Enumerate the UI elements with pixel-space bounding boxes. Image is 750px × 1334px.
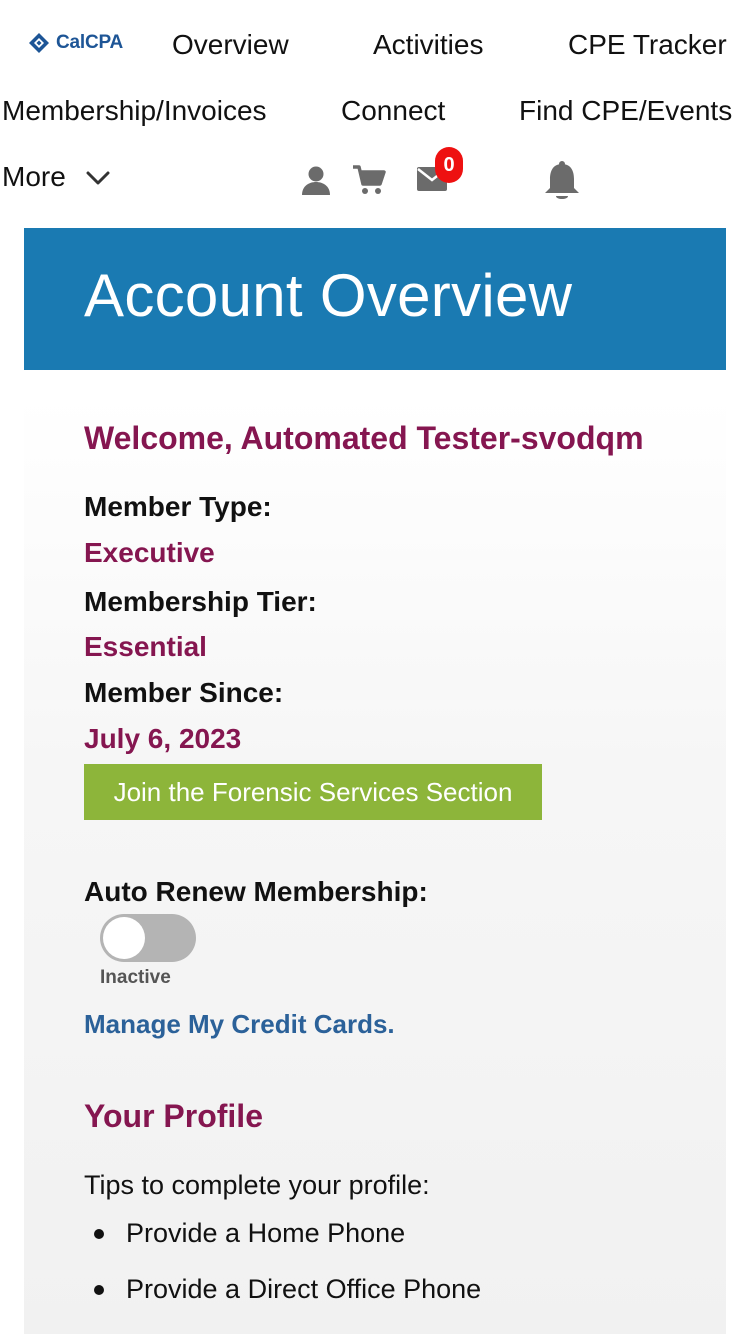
- profile-tips-intro: Tips to complete your profile:: [84, 1170, 430, 1200]
- cart-icon[interactable]: [352, 164, 386, 196]
- calcpa-logo[interactable]: CalCPA: [28, 32, 123, 54]
- chevron-down-icon[interactable]: [86, 170, 110, 186]
- membership-tier-label: Membership Tier:: [84, 586, 317, 617]
- member-type-label: Member Type:: [84, 491, 272, 522]
- nav-membership-invoices[interactable]: Membership/Invoices: [2, 97, 267, 125]
- nav-overview[interactable]: Overview: [172, 31, 289, 59]
- your-profile-heading: Your Profile: [84, 1098, 263, 1134]
- auto-renew-toggle[interactable]: [100, 914, 196, 962]
- user-icon[interactable]: [300, 164, 332, 196]
- nav-find-cpe-events[interactable]: Find CPE/Events: [519, 97, 732, 125]
- page: CalCPA Overview Activities CPE Tracker M…: [0, 0, 750, 1334]
- join-forensic-section-button[interactable]: Join the Forensic Services Section: [84, 764, 542, 820]
- toggle-knob: [103, 917, 145, 959]
- list-item: Provide a Direct Office Phone: [94, 1276, 481, 1303]
- calcpa-logo-icon: [29, 33, 49, 53]
- profile-tip-text: Provide a Direct Office Phone: [126, 1274, 482, 1304]
- member-since-label: Member Since:: [84, 677, 284, 708]
- auto-renew-label: Auto Renew Membership:: [84, 876, 428, 907]
- messages-count-badge: 0: [435, 147, 463, 183]
- profile-tip-text: Provide a Home Phone: [126, 1218, 406, 1248]
- bell-icon[interactable]: [543, 160, 581, 202]
- welcome-message: Welcome, Automated Tester-svodqm: [84, 420, 644, 456]
- nav-more[interactable]: More: [2, 163, 66, 191]
- list-item: Provide a Home Phone: [94, 1220, 405, 1247]
- page-header-banner: Account Overview: [24, 228, 726, 370]
- logo-text: CalCPA: [56, 32, 124, 53]
- auto-renew-status: Inactive: [100, 967, 171, 988]
- bullet: [94, 1228, 104, 1239]
- manage-credit-cards-link[interactable]: Manage My Credit Cards.: [84, 1011, 395, 1037]
- bullet: [94, 1284, 104, 1295]
- membership-tier-value: Essential: [84, 631, 207, 662]
- member-since-value: July 6, 2023: [84, 723, 242, 754]
- member-type-value: Executive: [84, 537, 215, 568]
- nav-activities[interactable]: Activities: [373, 31, 483, 59]
- page-title: Account Overview: [84, 262, 573, 329]
- account-overview-card: Welcome, Automated Tester-svodqm Member …: [24, 396, 726, 1334]
- nav-connect[interactable]: Connect: [341, 97, 445, 125]
- nav-cpe-tracker[interactable]: CPE Tracker: [568, 31, 727, 59]
